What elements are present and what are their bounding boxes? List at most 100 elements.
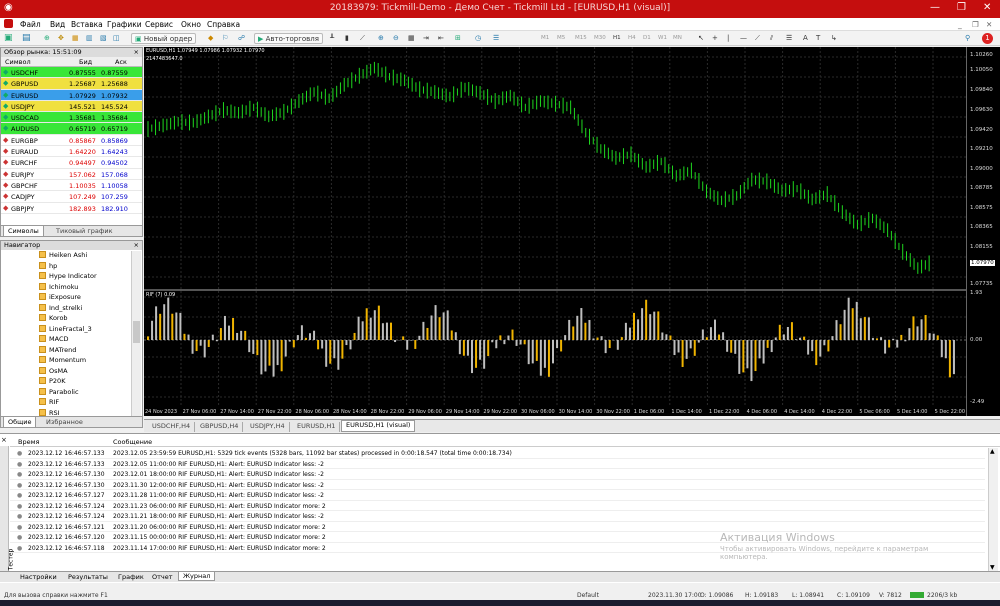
journal-row[interactable]: ● 2023.12.12 16:46:57.133 2023.12.05 11:00… (10, 460, 985, 469)
tester-icon[interactable]: ▧ (100, 33, 107, 44)
mdi-restore-icon[interactable]: ❐ (972, 20, 979, 29)
trendline-icon[interactable]: ⟋ (755, 33, 760, 44)
tf-h4[interactable]: H4 (628, 33, 636, 44)
close-icon[interactable]: × (1, 436, 7, 444)
menu-charts[interactable]: Графики (107, 20, 142, 29)
navigator-item[interactable]: iExposure (1, 292, 142, 303)
market-watch-row[interactable]: ◆ GBPCHF 1.10035 1.10058 (1, 180, 142, 192)
journal-row[interactable]: ● 2023.12.12 16:46:57.121 2023.11.20 06:00… (10, 523, 985, 532)
zoom-in-icon[interactable]: ⊕ (378, 33, 384, 44)
text-icon[interactable]: A (803, 33, 808, 44)
maximize-icon[interactable]: ❐ (957, 2, 966, 13)
channel-icon[interactable]: ⫽ (770, 33, 773, 44)
tf-m30[interactable]: M30 (594, 33, 606, 44)
tab-graph[interactable]: График (118, 573, 144, 581)
navigator-item[interactable]: MACD (1, 334, 142, 345)
templates-icon[interactable]: ☰ (493, 33, 499, 44)
autotrade-button[interactable]: ▶ Авто-торговля (254, 33, 323, 44)
tf-d1[interactable]: D1 (643, 33, 651, 44)
scroll-down-icon[interactable]: ▼ (990, 564, 995, 571)
navigator-item[interactable]: Ind_strelki (1, 303, 142, 314)
indicators-icon[interactable]: ⊞ (455, 33, 461, 44)
market-watch-row[interactable]: ◆ USDCHF 0.87555 0.87559 (1, 67, 142, 79)
market-watch-row[interactable]: ◆ EURUSD 1.07929 1.07932 (1, 89, 142, 101)
journal-row[interactable]: ● 2023.12.12 16:46:57.130 2023.12.01 18:00… (10, 470, 985, 480)
col-message[interactable]: Сообщение (113, 438, 152, 446)
hline-icon[interactable]: — (740, 33, 747, 44)
tab-common[interactable]: Общие (3, 417, 37, 428)
market-watch-icon[interactable]: ⊕ (44, 33, 50, 44)
navigator-item[interactable]: OsMA (1, 366, 142, 377)
price-chart[interactable]: EURUSD,H1 1.07949 1.07986 1.07932 1.0797… (144, 47, 966, 416)
arrows-icon[interactable]: ↳ (831, 33, 837, 44)
journal-scrollbar[interactable]: ▲ ▼ (988, 448, 998, 572)
navigator-item[interactable]: Heiken Ashi (1, 250, 142, 261)
tab-tick-chart[interactable]: Тиковый график (56, 227, 113, 235)
navigator-item[interactable]: Momentum (1, 355, 142, 366)
minimize-icon[interactable]: — (930, 2, 940, 13)
journal-row[interactable]: ● 2023.12.12 16:46:57.133 2023.12.05 23:59… (10, 449, 985, 459)
menu-help[interactable]: Справка (207, 20, 240, 29)
tab-journal[interactable]: Журнал (178, 572, 216, 581)
col-bid[interactable]: Бид (79, 58, 92, 66)
mdi-minimize-icon[interactable]: _ (958, 20, 962, 29)
navigator-icon[interactable]: ▦ (72, 33, 79, 44)
market-icon[interactable]: ☍ (238, 33, 245, 44)
chart-tab[interactable]: USDJPY,H4 (246, 422, 290, 432)
market-watch-row[interactable]: ◆ USDJPY 145.521 145.524 (1, 100, 142, 113)
close-icon[interactable]: ✕ (983, 2, 991, 13)
zoom-out-icon[interactable]: ⊖ (393, 33, 399, 44)
mdi-close-icon[interactable]: ✕ (986, 20, 992, 29)
app-menu-icon[interactable] (4, 19, 13, 28)
tf-w1[interactable]: W1 (658, 33, 667, 44)
col-time[interactable]: Время (18, 438, 39, 446)
crosshair-icon[interactable]: + (712, 33, 718, 44)
chart-shift-icon[interactable]: ⇤ (438, 33, 444, 44)
cursor-icon[interactable]: ↖ (698, 33, 704, 44)
navigator-item[interactable]: LineFractal_3 (1, 324, 142, 335)
navigator-item[interactable]: Ichimoku (1, 282, 142, 293)
tab-symbols[interactable]: Символы (3, 226, 44, 237)
close-icon[interactable]: × (134, 48, 139, 57)
navigator-scrollbar[interactable] (131, 251, 141, 417)
menu-file[interactable]: Файл (20, 20, 41, 29)
tf-m5[interactable]: M5 (557, 33, 565, 44)
navigator-item[interactable]: Parabolic (1, 387, 142, 398)
signals-icon[interactable]: ⚐ (222, 33, 228, 44)
line-chart-icon[interactable]: ⟋ (360, 33, 365, 44)
journal-row[interactable]: ● 2023.12.12 16:46:57.130 2023.11.30 12:00… (10, 481, 985, 490)
chart-tab[interactable]: USDCHF,H4 (148, 422, 196, 432)
journal-row[interactable]: ● 2023.12.12 16:46:57.120 2023.11.15 00:00… (10, 533, 985, 543)
journal-row[interactable]: ● 2023.12.12 16:46:57.127 2023.11.28 11:00… (10, 491, 985, 501)
tab-results[interactable]: Результаты (68, 573, 108, 581)
label-icon[interactable]: T (816, 33, 820, 44)
tf-h1[interactable]: H1 (613, 33, 621, 44)
navigator-item[interactable]: P20K (1, 376, 142, 387)
market-watch-row[interactable]: ◆ EURAUD 1.64220 1.64243 (1, 146, 142, 158)
close-icon[interactable]: × (134, 241, 139, 250)
tf-mn[interactable]: MN (673, 33, 682, 44)
tf-m1[interactable]: M1 (541, 33, 549, 44)
market-watch-row[interactable]: ◆ GBPJPY 182.893 182.910 (1, 203, 142, 214)
chart-tab[interactable]: GBPUSD,H4 (196, 422, 244, 432)
tester-side-tab[interactable]: Тестер (0, 446, 14, 574)
menu-window[interactable]: Окно (181, 20, 201, 29)
tab-report[interactable]: Отчет (152, 573, 173, 581)
vline-icon[interactable]: | (727, 33, 729, 44)
metaeditor-icon[interactable]: ◆ (208, 33, 213, 44)
navigator-item[interactable]: hp (1, 261, 142, 272)
col-symbol[interactable]: Символ (5, 58, 31, 66)
navigator-item[interactable]: RIF (1, 397, 142, 408)
new-chart-icon[interactable]: ▣ (4, 33, 13, 44)
tf-m15[interactable]: M15 (575, 33, 587, 44)
chart-tab-active[interactable]: EURUSD,H1 (visual) (341, 420, 416, 432)
col-ask[interactable]: Аск (115, 58, 127, 66)
navigator-item[interactable]: Korob (1, 313, 142, 324)
market-watch-row[interactable]: ◆ CADJPY 107.249 107.259 (1, 191, 142, 203)
market-watch-row[interactable]: ◆ AUDUSD 0.65719 0.65719 (1, 123, 142, 135)
chart-tab[interactable]: EURUSD,H1 (293, 422, 341, 432)
journal-row[interactable]: ● 2023.12.12 16:46:57.124 2023.11.21 18:00… (10, 512, 985, 522)
tab-favorites[interactable]: Избранное (46, 418, 83, 426)
tile-icon[interactable]: ▦ (408, 33, 415, 44)
market-watch-row[interactable]: ◆ EURCHF 0.94497 0.94502 (1, 157, 142, 169)
